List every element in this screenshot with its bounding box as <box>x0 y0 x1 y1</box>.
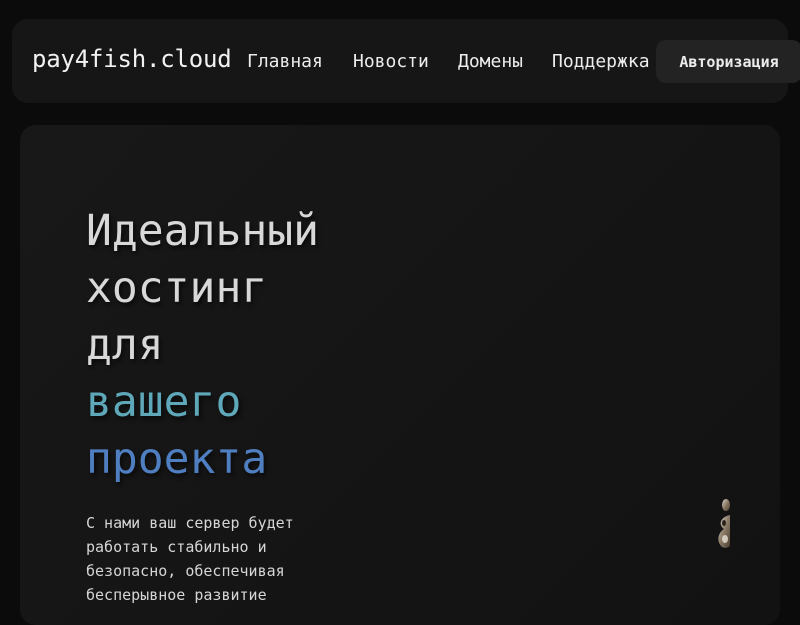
nav-link-support[interactable]: Поддержка <box>552 51 650 72</box>
hero-title-accent: вашего <box>86 377 242 427</box>
hero-title-line: для <box>86 320 164 370</box>
hero-title-line: Идеальный <box>86 206 319 256</box>
site-logo-text[interactable]: pay4fish.cloud <box>32 45 232 73</box>
nav-link-domains[interactable]: Домены <box>458 51 523 72</box>
nav-link-home[interactable]: Главная <box>247 51 323 72</box>
hero-title-accent: проекта <box>86 434 268 484</box>
hero-description: С нами ваш сервер будет работать стабиль… <box>86 514 294 604</box>
fish-mascot-icon <box>718 499 730 548</box>
hero-title-line: хостинг <box>86 263 268 313</box>
nav-link-news[interactable]: Новости <box>353 51 429 72</box>
top-navbar: pay4fish.cloud Главная Новости Домены По… <box>12 19 800 103</box>
login-button[interactable]: Авторизация <box>656 40 800 83</box>
hero-section: Идеальный хостинг для вашего проекта С н… <box>20 125 780 625</box>
hero-title: Идеальный хостинг для вашего проекта <box>86 203 319 488</box>
